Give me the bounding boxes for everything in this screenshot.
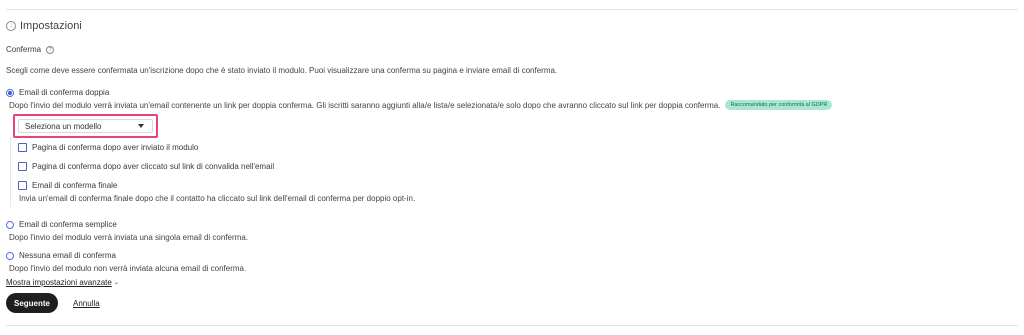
collapse-icon[interactable]: ↓ [6, 21, 16, 31]
radio-button[interactable] [6, 251, 14, 260]
section-title: Impostazioni [20, 20, 82, 32]
radio-button[interactable] [6, 88, 14, 97]
bottom-divider [6, 325, 1018, 326]
gdpr-badge: Raccomandato per conformità al GDPR [725, 100, 833, 110]
conferma-label-row: Conferma ? [6, 45, 55, 54]
checkbox[interactable] [18, 181, 27, 190]
checkbox-row-page-after-submit[interactable]: Pagina di conferma dopo aver inviato il … [18, 143, 198, 152]
chevron-down-icon: ⌄ [113, 280, 119, 286]
next-button[interactable]: Seguente [6, 293, 58, 313]
radio-single-optin[interactable]: Email di conferma semplice [6, 220, 117, 229]
nested-options-divider [10, 137, 11, 207]
no-email-description: Dopo l'invio del modulo non verrà inviat… [9, 264, 247, 273]
checkbox[interactable] [18, 143, 27, 152]
final-email-description: Invia un'email di conferma finale dopo c… [19, 194, 416, 203]
single-optin-description: Dopo l'invio del modulo verrà inviata un… [9, 233, 248, 242]
conferma-label: Conferma [6, 45, 42, 54]
checkbox-row-page-after-validation[interactable]: Pagina di conferma dopo aver cliccato su… [18, 162, 274, 171]
section-description: Scegli come deve essere confermata un'is… [6, 66, 558, 75]
section-header[interactable]: ↓ Impostazioni [6, 20, 82, 32]
checkbox-label: Pagina di conferma dopo aver cliccato su… [32, 162, 275, 171]
radio-button[interactable] [6, 220, 14, 229]
checkbox-row-final-email[interactable]: Email di conferma finale [18, 181, 117, 190]
cancel-link[interactable]: Annulla [73, 299, 100, 308]
select-highlight: Seleziona un modello [13, 114, 158, 138]
radio-double-optin[interactable]: Email di conferma doppia [6, 88, 109, 97]
checkbox-label: Email di conferma finale [32, 181, 118, 190]
radio-single-optin-label: Email di conferma semplice [19, 220, 117, 229]
radio-no-email-label: Nessuna email di conferma [19, 251, 116, 260]
help-icon[interactable]: ? [46, 45, 55, 54]
advanced-settings-link[interactable]: Mostra impostazioni avanzate ⌄ [6, 278, 119, 287]
radio-double-optin-label: Email di conferma doppia [19, 88, 110, 97]
chevron-down-icon [138, 124, 144, 128]
template-select-value: Seleziona un modello [25, 121, 102, 131]
advanced-settings-label[interactable]: Mostra impostazioni avanzate [6, 278, 112, 287]
double-optin-description: Dopo l'invio del modulo verrà inviata un… [9, 100, 721, 110]
top-divider [6, 9, 1018, 10]
double-optin-description-row: Dopo l'invio del modulo verrà inviata un… [9, 100, 833, 110]
radio-no-email[interactable]: Nessuna email di conferma [6, 251, 116, 260]
checkbox-label: Pagina di conferma dopo aver inviato il … [32, 143, 199, 152]
checkbox[interactable] [18, 162, 27, 171]
template-select[interactable]: Seleziona un modello [18, 119, 153, 133]
